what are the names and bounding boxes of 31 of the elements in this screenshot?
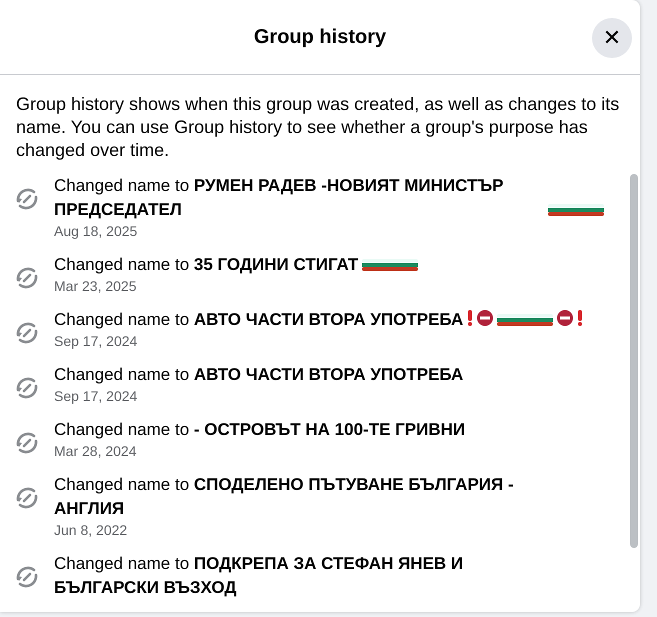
flag-icon (362, 259, 418, 271)
change-text: Changed name to 35 ГОДИНИ СТИГАТ (54, 254, 358, 276)
close-button[interactable]: ✕ (592, 18, 632, 58)
change-text: Changed name to СПОДЕЛЕНО ПЪТУВАНЕ БЪЛГАРИЯ - АНГЛИЯ (54, 474, 515, 520)
exclamation-icon (467, 310, 474, 326)
rename-icon (14, 485, 40, 511)
flag-icon (497, 314, 554, 326)
change-date: Aug 18, 2025 (54, 222, 138, 241)
change-text: Changed name to ПОДКРЕПА ЗА СТЕФАН ЯНЕВ И БЪЛГАРСКИ ВЪЗХОД (54, 553, 464, 599)
change-text: Changed name to - ОСТРОВЪТ НА 100-ТЕ ГРИВНИ (54, 419, 466, 441)
change-date: Jun 8, 2022 (54, 521, 128, 540)
dialog-title: Group history (254, 26, 386, 48)
rename-icon (14, 265, 40, 291)
change-date: Mar 23, 2025 (54, 277, 138, 296)
change-date: Sep 17, 2024 (54, 332, 138, 351)
flag-icon (548, 204, 604, 216)
scrollbar-thumb[interactable] (630, 174, 638, 548)
rename-icon (14, 564, 40, 590)
rename-icon (14, 430, 40, 456)
change-date: Mar 28, 2024 (54, 442, 138, 461)
change-text: Changed name to АВТО ЧАСТИ ВТОРА УПОТРЕБА (54, 364, 464, 386)
rename-icon (14, 186, 40, 212)
change-date: Sep 17, 2024 (54, 387, 138, 406)
no-entry-icon (557, 310, 574, 326)
rename-icon (14, 375, 40, 401)
intro-text: Group history shows when this group was created, as well as changes to its name. You can use Group history to see whether a group's purpose has changed over time. (16, 93, 620, 162)
exclamation-icon (577, 310, 584, 326)
rename-icon (14, 320, 40, 346)
change-text: Changed name to АВТО ЧАСТИ ВТОРА УПОТРЕБА (54, 309, 464, 331)
change-text: Changed name to РУМЕН РАДЕВ -НОВИЯТ МИНИСТЪР ПРЕДСЕДАТЕЛ (54, 175, 505, 221)
no-entry-icon (477, 310, 494, 326)
